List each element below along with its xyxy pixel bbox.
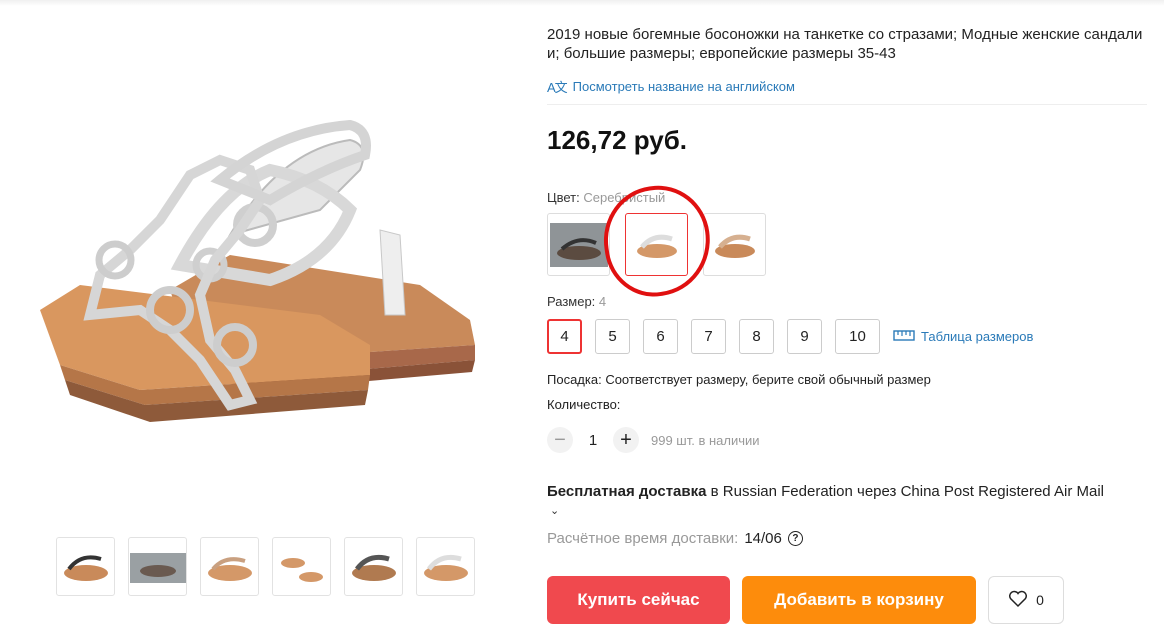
wishlist-count: 0 [1036, 592, 1044, 608]
action-buttons: Купить сейчас Добавить в корзину 0 [547, 576, 1064, 624]
thumbnail-6[interactable] [416, 537, 475, 596]
size-option-9[interactable]: 9 [787, 319, 822, 354]
thumbnail-3[interactable] [200, 537, 259, 596]
heart-icon [1008, 590, 1028, 611]
fit-info: Посадка: Соответствует размеру, берите с… [547, 372, 931, 387]
size-label-text: Размер: [547, 294, 596, 309]
size-table-link[interactable]: Таблица размеров [893, 328, 1033, 345]
thumbnail-5[interactable] [344, 537, 403, 596]
size-options: 4 5 6 7 8 9 10 Таблица размеров [547, 319, 1033, 354]
delivery-date: 14/06 [744, 530, 782, 547]
ruler-icon [893, 328, 915, 345]
size-table-label: Таблица размеров [921, 329, 1034, 344]
size-option-10[interactable]: 10 [835, 319, 880, 354]
quantity-label: Количество: [547, 397, 621, 412]
size-value: 4 [598, 294, 607, 309]
help-icon[interactable]: ? [787, 531, 803, 546]
shipping-details: в Russian Federation через China Post Re… [706, 483, 1104, 500]
chevron-down-icon[interactable]: ⌄ [550, 504, 559, 517]
product-price: 126,72 руб. [547, 125, 688, 155]
color-swatch-black[interactable] [547, 213, 610, 276]
stock-info: 999 шт. в наличии [651, 432, 760, 448]
delivery-estimate: Расчётное время доставки: 14/06 ? [547, 530, 803, 547]
size-option-5[interactable]: 5 [595, 319, 630, 354]
quantity-stepper: − 1 + 999 шт. в наличии [547, 427, 760, 453]
thumbnail-2[interactable] [128, 537, 187, 596]
product-title: 2019 новые богемные босоножки на танкетк… [547, 26, 1143, 62]
thumbnail-strip [56, 537, 475, 596]
delivery-label: Расчётное время доставки: [547, 530, 739, 547]
thumbnail-4[interactable] [272, 537, 331, 596]
size-label: Размер: 4 [547, 294, 606, 309]
main-product-image[interactable] [20, 60, 500, 460]
free-shipping-label: Бесплатная доставка [547, 483, 707, 500]
color-swatch-beige[interactable] [703, 213, 766, 276]
translate-link[interactable]: A文 Посмотреть название на английском [547, 77, 795, 96]
divider [547, 104, 1147, 105]
size-option-7[interactable]: 7 [691, 319, 726, 354]
quantity-increase-button[interactable]: + [613, 427, 639, 453]
top-shadow [0, 0, 1164, 6]
size-option-8[interactable]: 8 [739, 319, 774, 354]
buy-now-button[interactable]: Купить сейчас [547, 576, 730, 624]
thumbnail-1[interactable] [56, 537, 115, 596]
quantity-value[interactable]: 1 [583, 432, 603, 449]
color-label-text: Цвет: [547, 190, 580, 205]
quantity-decrease-button[interactable]: − [547, 427, 573, 453]
size-option-4[interactable]: 4 [547, 319, 582, 354]
translate-icon: A文 [547, 80, 568, 95]
wishlist-button[interactable]: 0 [988, 576, 1064, 624]
shipping-info: Бесплатная доставка в Russian Federation… [547, 483, 1104, 500]
add-to-cart-button[interactable]: Добавить в корзину [742, 576, 976, 624]
size-option-6[interactable]: 6 [643, 319, 678, 354]
translate-link-label: Посмотреть название на английском [572, 79, 795, 94]
